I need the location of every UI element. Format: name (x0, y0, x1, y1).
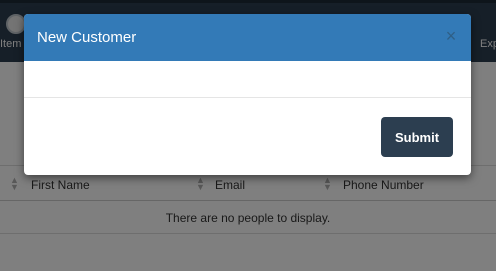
submit-button[interactable]: Submit (381, 117, 453, 157)
modal-body (24, 61, 471, 98)
new-customer-modal: New Customer × Submit (24, 14, 471, 175)
modal-title: New Customer (37, 29, 137, 46)
modal-header: New Customer × (24, 14, 471, 61)
modal-footer: Submit (24, 99, 471, 175)
close-icon[interactable]: × (443, 26, 459, 46)
